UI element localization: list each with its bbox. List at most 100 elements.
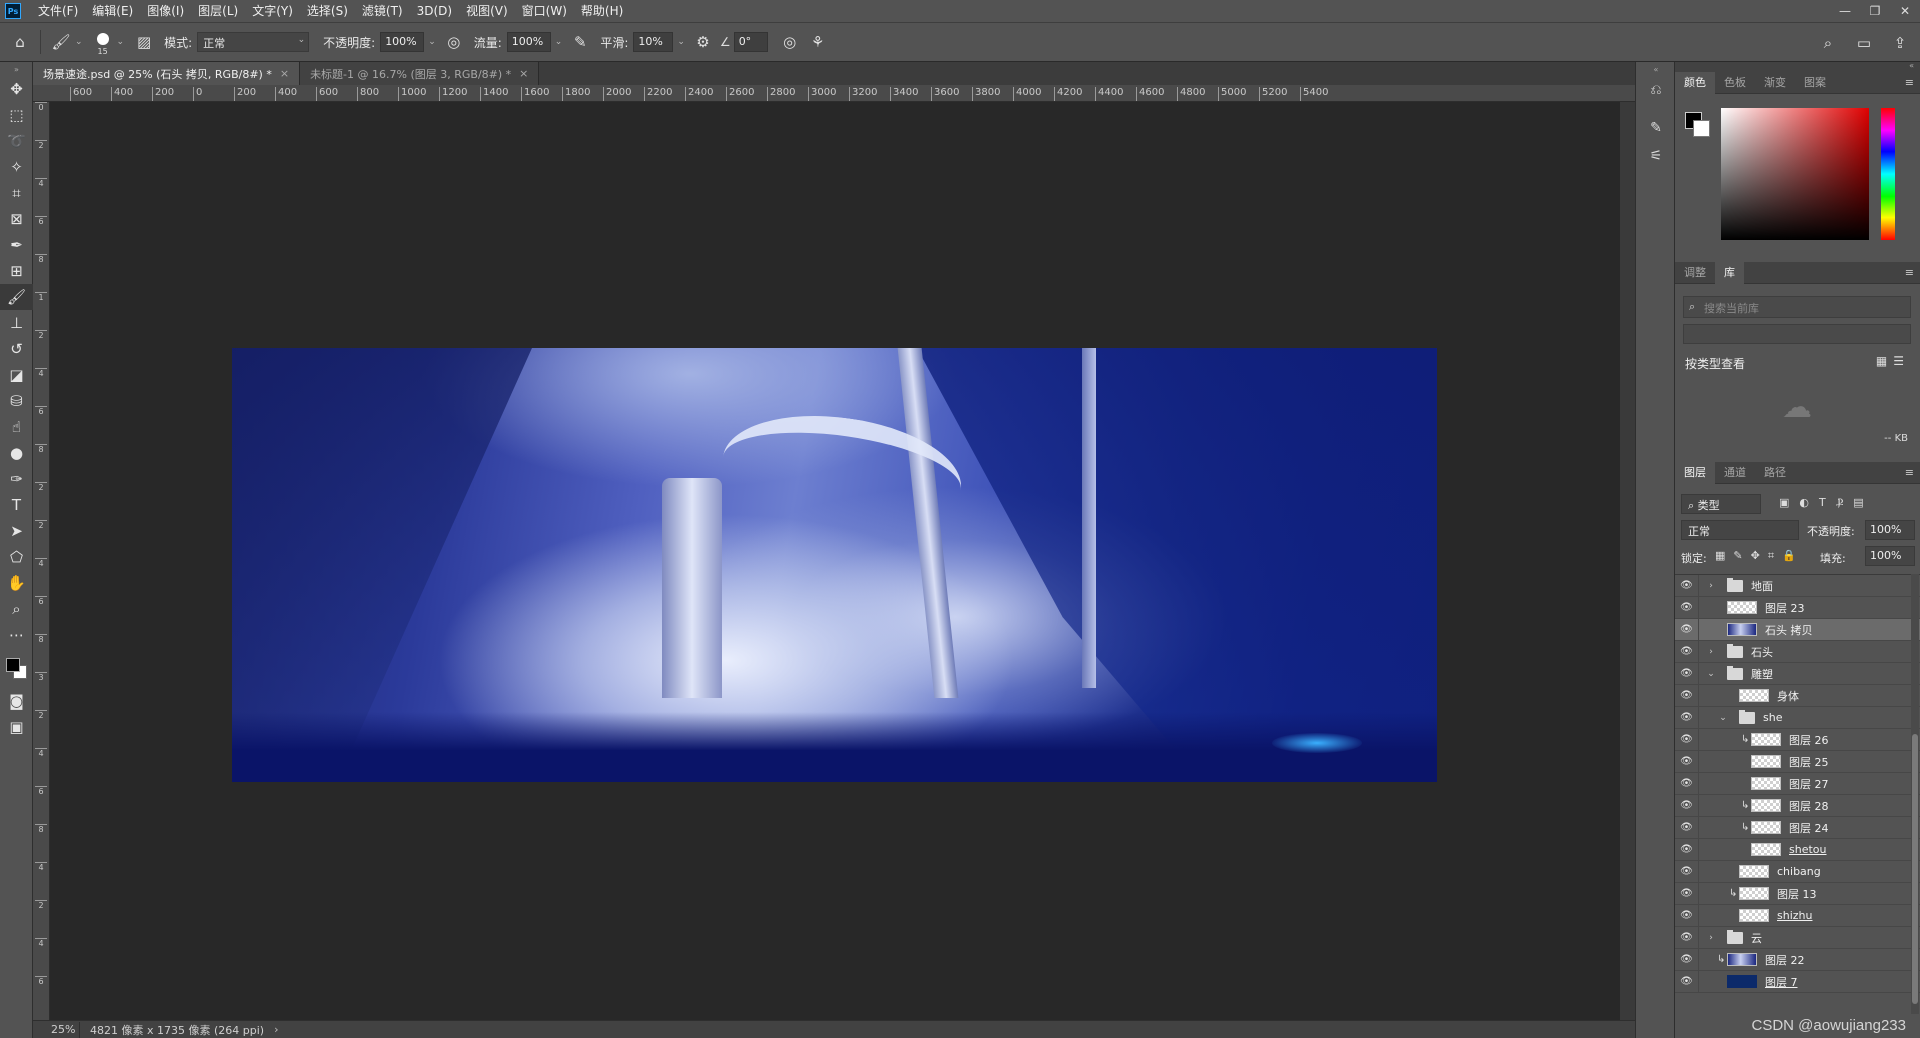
clone-stamp-tool-icon[interactable]: ⊥	[0, 310, 33, 336]
tab-layers[interactable]: 图层	[1675, 461, 1715, 484]
menu-edit[interactable]: 编辑(E)	[85, 0, 140, 22]
background-color-swatch[interactable]	[1693, 120, 1710, 137]
visibility-eye-icon[interactable]: 👁	[1675, 882, 1699, 905]
more-tools-icon[interactable]: ⋯	[0, 622, 33, 648]
pen-tool-icon[interactable]: ✑	[0, 466, 33, 492]
layer-row[interactable]: 👁 图层 25	[1675, 750, 1920, 773]
quick-mask-icon[interactable]: ◙	[0, 688, 33, 714]
tab-gradients[interactable]: 渐变	[1755, 72, 1795, 94]
menu-filter[interactable]: 滤镜(T)	[355, 0, 410, 22]
color-swatches[interactable]	[0, 648, 33, 688]
visibility-eye-icon[interactable]: 👁	[1675, 618, 1699, 641]
tab-document-2[interactable]: 未标题-1 @ 16.7% (图层 3, RGB/8#) * ×	[300, 62, 540, 85]
close-icon[interactable]: ×	[519, 67, 528, 80]
visibility-eye-icon[interactable]: 👁	[1675, 838, 1699, 861]
collapse-icon[interactable]: «	[1636, 62, 1676, 76]
flow-field[interactable]: 100%	[506, 32, 551, 52]
chevron-down-icon[interactable]: ⌄	[75, 37, 83, 47]
crop-tool-icon[interactable]: ⌗	[0, 180, 33, 206]
smoothing-field[interactable]: 10%	[633, 32, 674, 52]
path-selection-tool-icon[interactable]: ➤	[0, 518, 33, 544]
hand-tool-icon[interactable]: ✋	[0, 570, 33, 596]
panel-menu-icon[interactable]: ≡	[1905, 466, 1914, 479]
layer-group-row[interactable]: 👁 ⌄ she	[1675, 706, 1920, 729]
brush-preset-picker[interactable]: 15	[91, 27, 115, 57]
visibility-eye-icon[interactable]: 👁	[1675, 904, 1699, 927]
chevron-down-icon[interactable]: ⌄	[677, 37, 685, 47]
layer-row[interactable]: 👁 shizhu	[1675, 904, 1920, 927]
chevron-down-icon[interactable]: ⌄	[117, 37, 125, 47]
smudge-tool-icon[interactable]: ☝	[0, 414, 33, 440]
menu-3d[interactable]: 3D(D)	[410, 0, 459, 22]
menu-select[interactable]: 选择(S)	[300, 0, 355, 22]
screen-mode-icon[interactable]: ▣	[0, 714, 33, 740]
lock-icons[interactable]: ▦✎✥⌗🔒	[1715, 549, 1804, 563]
healing-brush-tool-icon[interactable]: ⊞	[0, 258, 33, 284]
visibility-eye-icon[interactable]: 👁	[1675, 750, 1699, 773]
visibility-eye-icon[interactable]: 👁	[1675, 684, 1699, 707]
tab-adjustments[interactable]: 调整	[1675, 262, 1715, 284]
visibility-eye-icon[interactable]: 👁	[1675, 575, 1699, 597]
chevron-down-icon[interactable]: ⌄	[555, 37, 563, 47]
layer-opacity-field[interactable]: 100%	[1865, 520, 1915, 540]
group-expand-icon[interactable]: ⌄	[1705, 669, 1717, 679]
visibility-eye-icon[interactable]: 👁	[1675, 728, 1699, 751]
tab-channels[interactable]: 通道	[1715, 462, 1755, 484]
panel-menu-icon[interactable]: ≡	[1905, 266, 1914, 279]
brush-settings-panel-icon[interactable]: ✎	[1636, 114, 1676, 142]
zoom-tool-icon[interactable]: ⌕	[0, 596, 33, 622]
artwork-canvas[interactable]	[232, 348, 1437, 782]
canvas-area[interactable]	[50, 102, 1635, 1020]
move-tool-icon[interactable]: ✥	[0, 76, 33, 102]
menu-window[interactable]: 窗口(W)	[515, 0, 574, 22]
airbrush-icon[interactable]: ✎	[566, 28, 594, 56]
brush-settings-icon[interactable]: ▨	[130, 28, 158, 56]
layer-row[interactable]: 👁 身体	[1675, 684, 1920, 707]
library-search-input[interactable]: ⌕ 搜索当前库	[1683, 296, 1911, 318]
visibility-eye-icon[interactable]: 👁	[1675, 706, 1699, 729]
visibility-eye-icon[interactable]: 👁	[1675, 596, 1699, 619]
menu-layer[interactable]: 图层(L)	[191, 0, 245, 22]
shape-tool-icon[interactable]: ⬠	[0, 544, 33, 570]
close-icon[interactable]: ×	[280, 67, 289, 80]
eraser-tool-icon[interactable]: ◪	[0, 362, 33, 388]
menu-help[interactable]: 帮助(H)	[574, 0, 630, 22]
brush-tool-icon[interactable]: 🖌	[0, 284, 33, 310]
layer-group-row[interactable]: 👁 › 石头	[1675, 640, 1920, 663]
visibility-eye-icon[interactable]: 👁	[1675, 640, 1699, 663]
layer-row[interactable]: 👁 ↳ 图层 13	[1675, 882, 1920, 905]
panel-menu-icon[interactable]: ≡	[1905, 76, 1914, 89]
visibility-eye-icon[interactable]: 👁	[1675, 926, 1699, 949]
layer-group-row[interactable]: 👁 › 云	[1675, 926, 1920, 949]
visibility-eye-icon[interactable]: 👁	[1675, 816, 1699, 839]
menu-image[interactable]: 图像(I)	[140, 0, 191, 22]
visibility-eye-icon[interactable]: 👁	[1675, 948, 1699, 971]
view-by-type-select[interactable]: 按类型查看	[1685, 355, 1745, 372]
collapse-icon[interactable]: »	[0, 62, 33, 76]
history-brush-tool-icon[interactable]: ↺	[0, 336, 33, 362]
layer-row[interactable]: 👁 ↳ 图层 28	[1675, 794, 1920, 817]
visibility-eye-icon[interactable]: 👁	[1675, 662, 1699, 685]
group-expand-icon[interactable]: ⌄	[1717, 713, 1729, 723]
layer-group-row[interactable]: 👁 › 地面	[1675, 575, 1920, 597]
home-icon[interactable]: ⌂	[6, 28, 34, 56]
hue-slider[interactable]	[1881, 108, 1895, 240]
pressure-opacity-icon[interactable]: ◎	[440, 28, 468, 56]
view-mode-icons[interactable]: ▦☰	[1876, 354, 1910, 368]
layer-row[interactable]: 👁 shetou	[1675, 838, 1920, 861]
symmetry-icon[interactable]: ⚘	[804, 28, 832, 56]
brush-tool-preset-icon[interactable]: 🖌	[47, 28, 75, 56]
layer-row[interactable]: 👁 石头 拷贝	[1675, 618, 1920, 641]
opacity-field[interactable]: 100%	[380, 32, 425, 52]
history-panel-icon[interactable]: ⎌	[1636, 76, 1676, 104]
chevron-down-icon[interactable]: ⌄	[428, 37, 436, 47]
magic-wand-tool-icon[interactable]: ✧	[0, 154, 33, 180]
minimize-button[interactable]: —	[1830, 0, 1860, 22]
color-picker-field[interactable]	[1721, 108, 1869, 240]
foreground-color-swatch[interactable]	[6, 658, 20, 672]
scroll-thumb[interactable]	[1912, 734, 1918, 1004]
angle-field[interactable]: 0°	[733, 32, 768, 52]
layer-row[interactable]: 👁 ↳ 图层 24	[1675, 816, 1920, 839]
group-expand-icon[interactable]: ›	[1705, 933, 1717, 943]
group-expand-icon[interactable]: ›	[1705, 581, 1717, 591]
